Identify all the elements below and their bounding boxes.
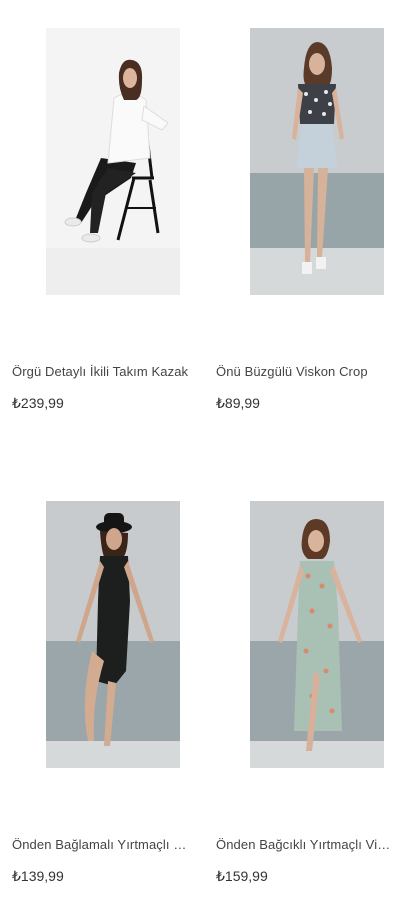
product-image-4[interactable] — [250, 501, 384, 768]
product-name[interactable]: Önden Bağcıklı Yırtmaçlı Viskon Elbise — [216, 837, 394, 852]
product-price: ₺159,99 — [216, 868, 268, 884]
product-photo-black-slit-dress — [46, 501, 180, 768]
product-photo-floral-crop-top — [250, 28, 384, 295]
product-price: ₺239,99 — [12, 395, 64, 411]
product-grid: Örgü Detaylı İkili Takım Kazak ₺239,99 Ö… — [0, 0, 415, 900]
product-image-2[interactable] — [250, 28, 384, 295]
product-name[interactable]: Örgü Detaylı İkili Takım Kazak — [12, 364, 190, 379]
product-price: ₺139,99 — [12, 868, 64, 884]
product-photo-floral-slit-dress — [250, 501, 384, 768]
product-name[interactable]: Önü Büzgülü Viskon Crop — [216, 364, 394, 379]
product-name[interactable]: Önden Bağlamalı Yırtmaçlı Kısa Elbise — [12, 837, 190, 852]
product-photo-white-sweater — [46, 28, 180, 295]
product-price: ₺89,99 — [216, 395, 260, 411]
product-image-1[interactable] — [46, 28, 180, 295]
product-image-3[interactable] — [46, 501, 180, 768]
